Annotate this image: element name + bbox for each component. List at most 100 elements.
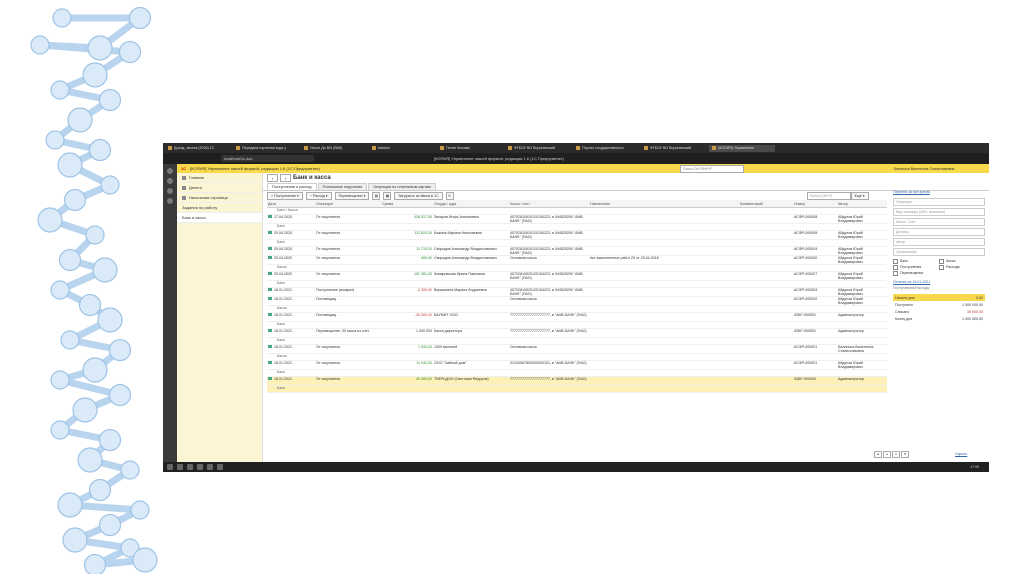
bookmark-icon[interactable] [167,178,173,184]
browser-tab[interactable]: bahaini [369,145,435,152]
table-group-row[interactable]: Касса [267,264,887,272]
column-header[interactable]: Касса / счет [509,200,589,208]
period-link[interactable]: Перейти за все время [893,190,985,196]
sidebar-item-main[interactable]: Главное [177,173,262,183]
table-row[interactable]: 18.01.2021 От покупателя 11 040,00 ООО "Чай… [267,360,887,370]
browser-tab[interactable]: Доход, звонок (2016) 1С [165,145,231,152]
app-1c-icon[interactable] [217,464,223,470]
browser-tab[interactable]: ФГБОУ ВО Воронежский [505,145,571,152]
transfer-button[interactable]: Перемещение ▾ [334,192,370,200]
filter-field[interactable]: Вид операции (ИКО, аналитик) [893,208,985,216]
column-header[interactable]: Сумма [381,200,433,208]
cell-from: Касса директора [433,328,509,338]
atom-sphere [82,357,108,383]
table-row[interactable]: 18.01.2021 Перемещение, 00 касса из счет 1… [267,328,887,338]
table-row[interactable]: 18.01.2021 От покупателя 30 000,00 ТВЕРЬДОН… [267,376,887,386]
table-row[interactable]: 25.04.2020 От покупателя 191 381,30 Комаров… [267,271,887,281]
table-group-row[interactable]: Касса [267,353,887,361]
cell-author: Абдулов Юрий Владимирович [837,360,887,370]
forward-button[interactable]: › [280,174,291,182]
favicon-icon [168,146,172,150]
table-row[interactable]: 18.01.2021 Поступление (возврат) -2 300,00… [267,287,887,297]
table-group-row[interactable]: Банк [267,369,887,377]
sidebar-item-tasks[interactable]: Задания на работу [177,203,262,213]
print-icon[interactable]: ▤ [372,192,381,200]
column-header[interactable]: Операция [315,200,381,208]
download-icon[interactable] [167,188,173,194]
tab-card-operations[interactable]: Операции по платежным картам [368,183,436,190]
table-row[interactable]: 25.04.2020 От покупателя 11 710,00 Свиридов… [267,246,887,256]
cell-from: Кожина Марина Николаевна [433,230,509,240]
browser-tab[interactable]: (КОПИЯ) Управление [709,144,775,152]
table-group-row[interactable]: Банк [267,337,887,345]
browser-tab[interactable]: Иссле До ВМ (ВАК) [301,145,367,152]
cell-comment [739,287,793,297]
table-row[interactable]: 18.01.2021 От покупателя 1 533,00 1000 мело… [267,344,887,354]
cell-sum [381,296,433,306]
document-icon [268,231,272,234]
settings-icon[interactable] [167,198,173,204]
filter-checkbox[interactable]: Перемещения [893,270,939,276]
table-group-row[interactable]: Банк [267,321,887,329]
atom-sphere [63,188,87,212]
list-search-input[interactable]: Поиск (Ctrl+F) [806,192,851,200]
column-header[interactable]: Назначение [589,200,739,208]
back-button[interactable]: ‹ [267,174,278,182]
search-icon[interactable] [177,464,183,470]
table-row[interactable]: 25.04.2020 От покупателя 400,00 Свиридов Ал… [267,255,887,265]
table-group-row[interactable]: Банк [267,280,887,288]
column-header[interactable]: Автор [837,200,887,208]
start-icon[interactable] [167,464,173,470]
tab-income-expense[interactable]: Поступления и расход [267,183,317,190]
table-row[interactable]: 17.04.2020 От покупателя 426 517,00 Захаров… [267,214,887,224]
mail-icon[interactable] [207,464,213,470]
table-group-row[interactable]: Банк [267,223,887,231]
filter-field[interactable]: Касса / Счет [893,218,985,226]
scroll-top-button[interactable]: ▲ [874,451,882,458]
table-group-row[interactable]: Касса [267,305,887,313]
sidebar-item-start-page[interactable]: Начальная страница [177,193,262,203]
expense-button[interactable]: − Расход ▾ [305,192,332,200]
filter-field[interactable]: Операция [893,198,985,206]
more-button[interactable]: Еще ▾ [850,192,869,200]
sidebar-item-bank[interactable]: Банк и касса [177,213,262,223]
browser-tab[interactable]: Пензе Москва [437,145,503,152]
browser-tab[interactable]: ФГБОУ ВО Воронежский [641,145,707,152]
filter-checkbox[interactable]: Расходы [939,264,985,270]
tab-payment-orders[interactable]: Платежные поручения [317,183,368,190]
table-group-row[interactable]: Банк [267,385,887,393]
history-icon[interactable] [167,168,173,174]
global-search-input[interactable]: Поиск Ctrl+Shift+F [679,164,744,173]
cell-purpose [589,271,739,281]
cell-comment [739,255,793,265]
filter-field[interactable]: Договор [893,228,985,236]
filter-field[interactable]: Организация [893,248,985,256]
cell-date: 18.01.2021 [267,328,315,338]
filter-field[interactable]: Автор [893,238,985,246]
table-row[interactable]: 20.04.2020 От покупателя 112 624,00 Кожина … [267,230,887,240]
explorer-icon[interactable] [197,464,203,470]
favicon-icon [304,146,308,150]
table-group-row[interactable]: Банк [267,239,887,247]
group-label: Банк [267,223,887,231]
sidebar-item-money[interactable]: Деньги [177,183,262,193]
report-icon[interactable]: ▦ [383,192,392,200]
column-header[interactable]: Номер [793,200,837,208]
browser-tab[interactable]: Портал государственных [573,145,639,152]
load-from-bank-button[interactable]: Загрузить из банка в 1С [394,192,443,200]
browser-icon[interactable] [187,464,193,470]
cell-purpose [589,246,739,256]
current-user[interactable]: Балиноса Валентина Станиславовна [894,167,955,171]
column-header[interactable]: Откуда / куда [433,200,509,208]
url-field[interactable]: localhost/1c.acc [221,155,314,162]
column-header[interactable]: Комментарий [739,200,793,208]
table-group-row[interactable]: Банк / Касса [267,207,887,215]
table-row[interactable]: 18.01.2021 Поставщику Основная касса АСФР-0… [267,296,887,306]
income-button[interactable]: + Поступление ▾ [267,192,303,200]
browser-tab[interactable]: Передача изучения кода у [233,145,299,152]
table-row[interactable]: 18.01.2021 Поставщику -30 000,00 БАУМИТ ООО… [267,312,887,322]
scroll-up-button[interactable]: ▴ [883,451,891,458]
column-header[interactable]: Дата [267,200,315,208]
refresh-icon[interactable]: ↻ [445,192,454,200]
hide-link[interactable]: Скрыть [955,452,967,458]
